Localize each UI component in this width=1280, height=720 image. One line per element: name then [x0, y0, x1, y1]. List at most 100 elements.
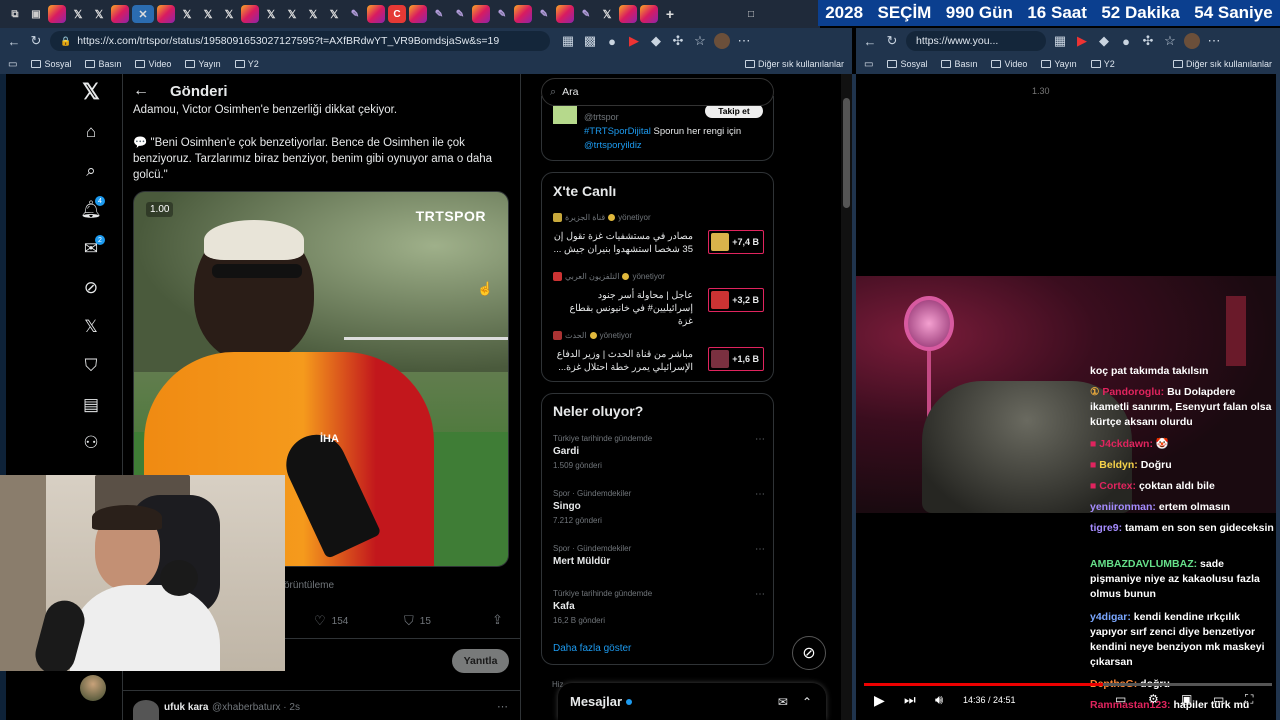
- tab-x[interactable]: 𝕏: [199, 5, 217, 23]
- tab-active-close-icon[interactable]: ✕: [132, 5, 154, 23]
- live-listeners-3[interactable]: +1,6 B: [708, 347, 764, 371]
- follow-hashtag[interactable]: #TRTSporDijital: [584, 126, 651, 137]
- yt-next-icon[interactable]: ⏭: [904, 692, 916, 708]
- bookmark-button[interactable]: ⛉ 15: [404, 613, 431, 629]
- notifications-icon[interactable]: 🔔︎ 4: [80, 196, 105, 221]
- extension-icon[interactable]: ●: [604, 33, 620, 49]
- follow-button[interactable]: Takip et: [705, 104, 763, 118]
- tab-x[interactable]: 𝕏: [69, 5, 87, 23]
- bookmark-yayin[interactable]: Yayın: [185, 59, 221, 69]
- yt-progress-bar[interactable]: [864, 683, 1272, 686]
- tab-instagram[interactable]: [157, 5, 175, 23]
- tab-x[interactable]: 𝕏: [220, 5, 238, 23]
- bookmark-sosyal[interactable]: Sosyal: [887, 59, 927, 69]
- extension-icon[interactable]: ▦: [560, 33, 576, 49]
- refresh-icon[interactable]: ↻: [884, 33, 900, 49]
- more-menu-icon[interactable]: ⋯: [736, 33, 752, 49]
- minimize-icon[interactable]: □: [742, 5, 760, 23]
- tab-pen-icon[interactable]: ✎: [346, 5, 364, 23]
- tab-instagram[interactable]: [241, 5, 259, 23]
- trend-item-2[interactable]: Spor · Gündemdekiler Singo 7.212 gönderi…: [553, 489, 765, 525]
- tab-pen-icon[interactable]: ✎: [577, 5, 595, 23]
- tab-x[interactable]: 𝕏: [90, 5, 108, 23]
- show-more-link[interactable]: Daha fazla göster: [553, 643, 631, 654]
- reading-icon[interactable]: ▭: [8, 59, 17, 70]
- search-bar[interactable]: ⌕ Ara: [541, 78, 774, 106]
- tab-instagram[interactable]: [409, 5, 427, 23]
- live-text-3[interactable]: مباشر من قناة الحدث | وزير الدفاع الإسرا…: [553, 348, 693, 374]
- tab-instagram[interactable]: [556, 5, 574, 23]
- scrollbar-thumb[interactable]: [843, 98, 850, 208]
- reading-icon[interactable]: ▭: [864, 59, 873, 70]
- yt-subtitles-icon[interactable]: ▭: [1115, 692, 1126, 706]
- favorites-icon[interactable]: ☆: [692, 33, 708, 49]
- extension-icon[interactable]: ▦: [1052, 33, 1068, 49]
- back-icon[interactable]: ←: [862, 33, 878, 49]
- bookmark-y2[interactable]: Y2: [1090, 59, 1115, 69]
- tab-pen-icon[interactable]: ✎: [451, 5, 469, 23]
- messages-drawer[interactable]: Mesajlar ✉ ⌃: [558, 683, 826, 720]
- follow-link[interactable]: @trtsporyildiz: [584, 140, 642, 151]
- reply-username[interactable]: ufuk kara: [164, 702, 208, 713]
- live-source-1[interactable]: قناة الجزيرة yönetiyor: [553, 213, 651, 222]
- live-listeners-2[interactable]: +3,2 B: [708, 288, 764, 312]
- profile-avatar[interactable]: [1184, 33, 1200, 49]
- tab-x[interactable]: 𝕏: [598, 5, 616, 23]
- tab-pen-icon[interactable]: ✎: [535, 5, 553, 23]
- live-text-1[interactable]: مصادر في مستشفيات غزة تقول إن 35 شخصا اس…: [553, 230, 693, 256]
- tab-x[interactable]: 𝕏: [304, 5, 322, 23]
- live-listeners-1[interactable]: +7,4 B: [708, 230, 764, 254]
- tab-instagram[interactable]: [367, 5, 385, 23]
- workspaces-icon[interactable]: ⧉: [6, 5, 24, 23]
- left-url-field[interactable]: 🔒 https://x.com/trtspor/status/195809165…: [50, 31, 550, 51]
- bookmark-basin[interactable]: Basın: [85, 59, 121, 69]
- tab-instagram[interactable]: [640, 5, 658, 23]
- premium-x-icon[interactable]: 𝕏: [80, 316, 102, 338]
- tab-favicon[interactable]: [48, 5, 66, 23]
- more-icon[interactable]: ⋯: [755, 589, 765, 600]
- tab-x[interactable]: 𝕏: [325, 5, 343, 23]
- tab-pen-icon[interactable]: ✎: [493, 5, 511, 23]
- right-url-field[interactable]: https://www.you...: [906, 31, 1046, 51]
- favorites-icon[interactable]: ☆: [1162, 33, 1178, 49]
- yt-fullscreen-icon[interactable]: ⛶: [1245, 692, 1253, 707]
- puzzle-icon[interactable]: ✣: [670, 33, 686, 49]
- communities-icon[interactable]: ⚇: [80, 432, 102, 454]
- trend-item-3[interactable]: Spor · Gündemdekiler Mert Müldür ⋯: [553, 544, 765, 567]
- bookmark-basin[interactable]: Basın: [941, 59, 977, 69]
- yt-theater-icon[interactable]: ▭: [1213, 692, 1224, 706]
- yt-settings-icon[interactable]: ⚙: [1148, 692, 1159, 706]
- grok-fab-icon[interactable]: ⊘: [792, 636, 826, 670]
- tab-x[interactable]: 𝕏: [178, 5, 196, 23]
- share-icon[interactable]: ⇪: [492, 612, 503, 628]
- jobs-icon[interactable]: ▤: [80, 394, 102, 416]
- youtube-ext-icon[interactable]: ▶: [1074, 33, 1090, 49]
- yt-volume-icon[interactable]: 🔊︎: [935, 692, 943, 708]
- bookmark-video[interactable]: Video: [135, 59, 171, 69]
- reply-more-icon[interactable]: ⋯: [497, 700, 508, 713]
- tab-actions-icon[interactable]: ▣: [27, 5, 45, 23]
- extension-icon[interactable]: ●: [1118, 33, 1134, 49]
- trtspor-avatar[interactable]: [553, 106, 577, 124]
- x-logo-icon[interactable]: 𝕏: [80, 79, 102, 104]
- new-tab-icon[interactable]: +: [661, 5, 679, 23]
- more-icon[interactable]: ⋯: [755, 434, 765, 445]
- like-button[interactable]: ♡ 154: [314, 613, 348, 629]
- profile-avatar[interactable]: [714, 33, 730, 49]
- tab-x[interactable]: 𝕏: [283, 5, 301, 23]
- trend-item-1[interactable]: Türkiye tarihinde gündemde Gardi 1.509 g…: [553, 434, 765, 470]
- yt-play-icon[interactable]: ▶: [874, 692, 885, 709]
- trend-item-4[interactable]: Türkiye tarihinde gündemde Kafa 16,2 B g…: [553, 589, 765, 625]
- live-source-3[interactable]: الحدث yönetiyor: [553, 331, 632, 340]
- more-icon[interactable]: ⋯: [755, 489, 765, 500]
- bookmark-yayin[interactable]: Yayın: [1041, 59, 1077, 69]
- account-avatar[interactable]: [80, 675, 106, 701]
- more-icon[interactable]: ⋯: [755, 544, 765, 555]
- bookmark-y2[interactable]: Y2: [234, 59, 259, 69]
- other-bookmarks[interactable]: Diğer sık kullanılanlar: [1172, 59, 1272, 69]
- yt-miniplayer-icon[interactable]: ▣: [1181, 692, 1192, 706]
- tab-x[interactable]: 𝕏: [262, 5, 280, 23]
- other-bookmarks[interactable]: Diğer sık kullanılanlar: [744, 59, 844, 69]
- compose-message-icon[interactable]: ✉: [778, 695, 788, 709]
- messages-icon[interactable]: ✉ 2: [80, 235, 105, 260]
